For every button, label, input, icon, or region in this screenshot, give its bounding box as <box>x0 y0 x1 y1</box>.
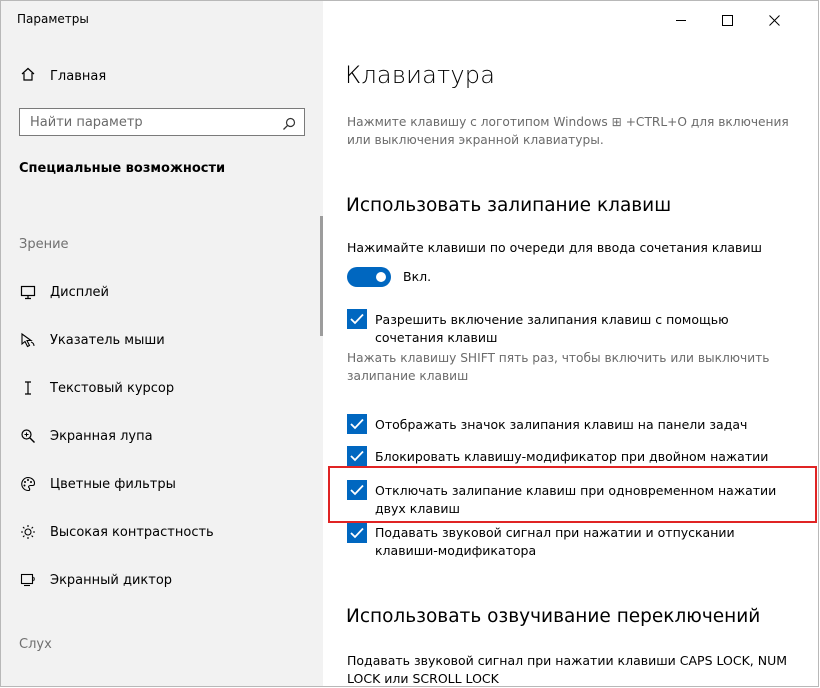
group-label-hearing: Слух <box>19 637 52 652</box>
checkmark-icon <box>350 310 364 329</box>
minimize-icon <box>675 15 687 26</box>
checkbox-allow-shortcut[interactable] <box>347 309 367 329</box>
toggle-keys-description: Подавать звуковой сигнал при нажатии кла… <box>347 653 788 686</box>
search-box[interactable] <box>19 108 305 136</box>
app-title: Параметры <box>17 12 89 26</box>
toggle-keys-heading: Использовать озвучивание переключений <box>346 606 761 627</box>
home-icon <box>20 66 36 86</box>
toggle-knob <box>376 272 386 282</box>
sidebar-item-label: Дисплей <box>50 284 110 300</box>
option-hint: Нажать клавишу SHIFT пять раз, чтобы вкл… <box>347 351 770 383</box>
text-cursor-icon <box>19 379 37 397</box>
home-nav-item[interactable]: Главная <box>20 65 106 87</box>
sidebar-item-label: Высокая контрастность <box>50 524 214 540</box>
sidebar-item-label: Экранная лупа <box>50 428 153 444</box>
checkbox-show-taskbar-icon[interactable] <box>347 414 367 434</box>
sidebar-item-label: Текстовый курсор <box>50 380 175 396</box>
checkbox-lock-modifier[interactable] <box>347 446 367 466</box>
checkbox-label: Отображать значок залипания клавиш на па… <box>375 417 748 432</box>
close-icon <box>768 14 780 26</box>
narrator-icon <box>19 571 37 589</box>
high-contrast-icon <box>19 523 37 541</box>
page-title: Клавиатура <box>345 61 496 89</box>
maximize-button[interactable] <box>704 7 750 33</box>
search-input[interactable] <box>20 113 277 131</box>
main-scrollbar[interactable] <box>818 181 819 401</box>
maximize-icon <box>721 14 733 26</box>
checkmark-icon <box>350 524 364 543</box>
section-title: Специальные возможности <box>19 161 226 176</box>
sidebar-item-label: Цветные фильтры <box>50 476 176 492</box>
sidebar-item-narrator[interactable]: Экранный диктор <box>19 567 172 593</box>
mouse-pointer-icon <box>19 331 37 349</box>
sidebar-item-display[interactable]: Дисплей <box>19 279 109 305</box>
sidebar-item-label: Экранный диктор <box>50 572 173 588</box>
close-button[interactable] <box>751 7 797 33</box>
checkmark-icon <box>350 447 364 466</box>
group-label-vision: Зрение <box>19 237 69 252</box>
checkbox-modifier-sound[interactable] <box>347 523 367 543</box>
sidebar-item-magnifier[interactable]: Экранная лупа <box>19 423 153 449</box>
sidebar-item-label: Указатель мыши <box>50 332 165 348</box>
home-label: Главная <box>50 68 107 84</box>
minimize-button[interactable] <box>658 7 704 33</box>
checkbox-label: Блокировать клавишу-модификатор при двой… <box>375 449 769 464</box>
sidebar-item-text-cursor[interactable]: Текстовый курсор <box>19 375 174 401</box>
sidebar: Параметры Главная Специальные возможност… <box>1 1 323 686</box>
magnifier-icon <box>19 427 37 445</box>
sidebar-item-color-filters[interactable]: Цветные фильтры <box>19 471 176 497</box>
sticky-keys-heading: Использовать залипание клавиш <box>346 195 672 216</box>
checkmark-icon <box>350 415 364 434</box>
sidebar-item-mouse-pointer[interactable]: Указатель мыши <box>19 327 165 353</box>
page-description: Нажмите клавишу с логотипом Windows ⊞ +C… <box>347 115 789 147</box>
checkbox-label: Подавать звуковой сигнал при нажатии и о… <box>375 525 735 558</box>
sticky-keys-toggle[interactable] <box>347 267 391 287</box>
checkbox-label: Разрешить включение залипания клавиш с п… <box>375 312 729 345</box>
search-icon[interactable] <box>282 116 296 135</box>
sticky-keys-prompt: Нажимайте клавиши по очереди для ввода с… <box>347 240 762 255</box>
highlight-box <box>328 466 817 523</box>
settings-window: Параметры Главная Специальные возможност… <box>0 0 819 687</box>
display-icon <box>19 283 37 301</box>
sidebar-item-high-contrast[interactable]: Высокая контрастность <box>19 519 214 545</box>
color-filter-icon <box>19 475 37 493</box>
toggle-state-label: Вкл. <box>403 269 432 284</box>
main-content: Клавиатура Нажмите клавишу с логотипом W… <box>323 1 819 686</box>
